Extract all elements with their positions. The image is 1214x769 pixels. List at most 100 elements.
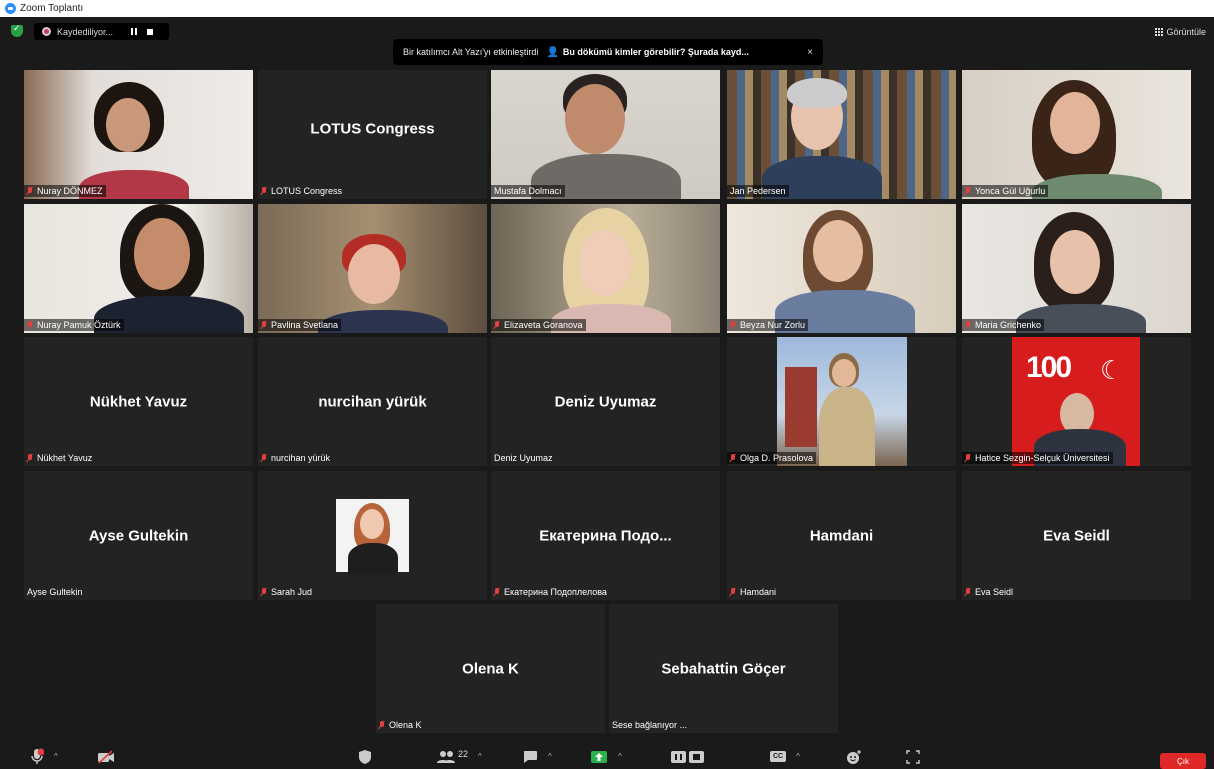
mic-options-caret[interactable]: ^ xyxy=(54,752,58,761)
participant-tile[interactable]: Pavlina Svetlana xyxy=(258,204,487,333)
participants-options-caret[interactable]: ^ xyxy=(478,752,482,761)
participant-tile[interactable]: LOTUS Congress LOTUS Congress xyxy=(258,70,487,199)
pause-recording-icon[interactable] xyxy=(131,28,138,35)
video-button[interactable] xyxy=(97,748,115,765)
grid-view-icon xyxy=(1155,28,1164,36)
participant-display-name: Ayse Gultekin xyxy=(88,527,189,544)
participant-tile[interactable]: Elizaveta Goranova xyxy=(491,204,720,333)
participant-tile[interactable]: Sarah Jud xyxy=(258,471,487,600)
share-options-caret[interactable]: ^ xyxy=(618,752,622,761)
view-button[interactable]: Görüntüle xyxy=(1155,27,1206,37)
participant-display-name: LOTUS Congress xyxy=(310,120,435,138)
video-off-icon xyxy=(98,749,114,764)
participant-tile[interactable]: Ayse Gultekin Ayse Gultekin xyxy=(24,471,253,600)
participants-count: 22 xyxy=(458,748,469,759)
participant-name: Olena K xyxy=(376,719,425,731)
pause-stop-recording-icon xyxy=(671,750,704,763)
mic-muted-icon xyxy=(494,588,500,596)
captions-button[interactable]: CC ^ xyxy=(770,748,800,765)
participant-name: Yonca Gül Uğurlu xyxy=(962,185,1049,197)
participant-tile[interactable]: Jan Pedersen xyxy=(727,70,956,199)
participant-tile[interactable]: Beyza Nur Zorlu xyxy=(727,204,956,333)
security-shield-icon xyxy=(359,749,371,764)
participant-tile[interactable]: Eva Seidl Eva Seidl xyxy=(962,471,1191,600)
participant-name: Hatice Sezgin-Selçuk Üniversitesi xyxy=(962,452,1113,464)
people-icon: 👤 xyxy=(546,46,559,58)
participant-tile[interactable]: Nuray DÖNMEZ xyxy=(24,70,253,199)
participant-tile[interactable]: Deniz Uyumaz Deniz Uyumaz xyxy=(491,337,720,466)
participant-tile[interactable]: Olga D. Prasolova xyxy=(727,337,956,466)
chat-icon xyxy=(523,750,537,763)
mic-muted-icon xyxy=(261,588,267,596)
microphone-button[interactable]: ^ xyxy=(30,748,58,765)
mic-muted-icon xyxy=(730,588,736,596)
centennial-badge: 100 xyxy=(1026,351,1072,384)
share-screen-button[interactable]: ^ xyxy=(590,748,622,765)
participant-name: Jan Pedersen xyxy=(727,185,789,197)
participant-name: Maria Grichenko xyxy=(962,319,1045,331)
apps-button[interactable] xyxy=(906,748,920,765)
meeting-top-bar: Kaydediliyor... Bir katılımcı Alt Yazı'y… xyxy=(0,17,1214,67)
chat-options-caret[interactable]: ^ xyxy=(548,752,552,761)
mic-muted-icon xyxy=(261,321,267,329)
participants-icon xyxy=(437,750,455,763)
participant-name: Eva Seidl xyxy=(962,586,1016,598)
mic-muted-icon xyxy=(27,187,33,195)
participant-display-name: Hamdani xyxy=(809,527,874,544)
leave-meeting-button[interactable]: Çık xyxy=(1160,753,1206,769)
participant-name: Екатерина Подоплелова xyxy=(491,586,610,598)
participant-name: Sarah Jud xyxy=(258,586,315,598)
microphone-muted-icon xyxy=(31,748,44,764)
security-button[interactable] xyxy=(358,748,372,765)
participant-tile[interactable]: Yonca Gül Uğurlu xyxy=(962,70,1191,199)
participant-name: Sese bağlanıyor ... xyxy=(612,720,688,730)
participant-tile[interactable]: Nükhet Yavuz Nükhet Yavuz xyxy=(24,337,253,466)
participant-name: Elizaveta Goranova xyxy=(491,319,586,331)
closed-captions-icon: CC xyxy=(770,751,787,762)
mic-muted-icon xyxy=(261,187,267,195)
participant-display-name: Екатерина Подо... xyxy=(539,527,672,544)
participant-tile[interactable]: 100 ☾ Hatice Sezgin-Selçuk Üniversitesi xyxy=(962,337,1191,466)
reactions-smiley-icon xyxy=(847,749,861,764)
mic-muted-icon xyxy=(27,454,33,462)
participant-name: Mustafa Dolmacı xyxy=(491,185,565,197)
participant-name: Beyza Nur Zorlu xyxy=(727,319,809,331)
participant-name: Nuray DÖNMEZ xyxy=(24,185,106,197)
reactions-button[interactable] xyxy=(846,748,862,765)
mic-muted-icon xyxy=(261,454,267,462)
apps-grid-icon xyxy=(906,749,920,764)
participant-tile[interactable]: nurcihan yürük nurcihan yürük xyxy=(258,337,487,466)
participant-tile[interactable]: Екатерина Подо... Екатерина Подоплелова xyxy=(491,471,720,600)
participant-name: Ayse Gultekin xyxy=(27,587,83,597)
caption-notification: Bir katılımcı Alt Yazı'yı etkinleştirdi … xyxy=(393,39,823,65)
meeting-toolbar: ^ 22 ^ ^ ^ CC ^ Çık xyxy=(0,744,1214,769)
mic-muted-icon xyxy=(965,187,971,195)
window-title-bar: Zoom Toplantı xyxy=(0,0,1214,17)
share-screen-icon xyxy=(591,750,607,763)
recording-controls-button[interactable] xyxy=(670,748,706,765)
mic-muted-icon xyxy=(27,321,33,329)
participant-tile[interactable]: Olena K Olena K xyxy=(376,604,605,733)
participant-tile[interactable]: Sebahattin Göçer Sese bağlanıyor ... xyxy=(609,604,838,733)
caption-notice-text: Bir katılımcı Alt Yazı'yı etkinleştirdi xyxy=(403,47,539,57)
stop-recording-icon[interactable] xyxy=(147,28,154,35)
participant-display-name: Eva Seidl xyxy=(1043,527,1110,544)
captions-options-caret[interactable]: ^ xyxy=(796,752,800,761)
participant-name: Hamdani xyxy=(727,586,779,598)
recording-indicator: Kaydediliyor... xyxy=(34,23,169,40)
participant-tile[interactable]: Hamdani Hamdani xyxy=(727,471,956,600)
participant-display-name: Olena K xyxy=(462,660,519,677)
mic-muted-icon xyxy=(730,454,736,462)
participants-button[interactable]: 22 ^ xyxy=(436,748,482,765)
close-notice-button[interactable]: × xyxy=(807,47,813,58)
security-shield-icon[interactable] xyxy=(11,23,23,37)
participant-tile[interactable]: Nuray Pamuk Öztürk xyxy=(24,204,253,333)
view-label: Görüntüle xyxy=(1166,27,1206,37)
participant-name: Nuray Pamuk Öztürk xyxy=(24,319,124,331)
recording-label: Kaydediliyor... xyxy=(57,26,114,37)
caption-notice-link[interactable]: Bu dökümü kimler görebilir? Şurada kayd.… xyxy=(563,47,749,57)
participant-tile[interactable]: Maria Grichenko xyxy=(962,204,1191,333)
participant-tile-active-speaker[interactable]: Mustafa Dolmacı xyxy=(491,70,720,199)
participant-display-name: nurcihan yürük xyxy=(318,393,427,410)
chat-button[interactable]: ^ xyxy=(522,748,552,765)
